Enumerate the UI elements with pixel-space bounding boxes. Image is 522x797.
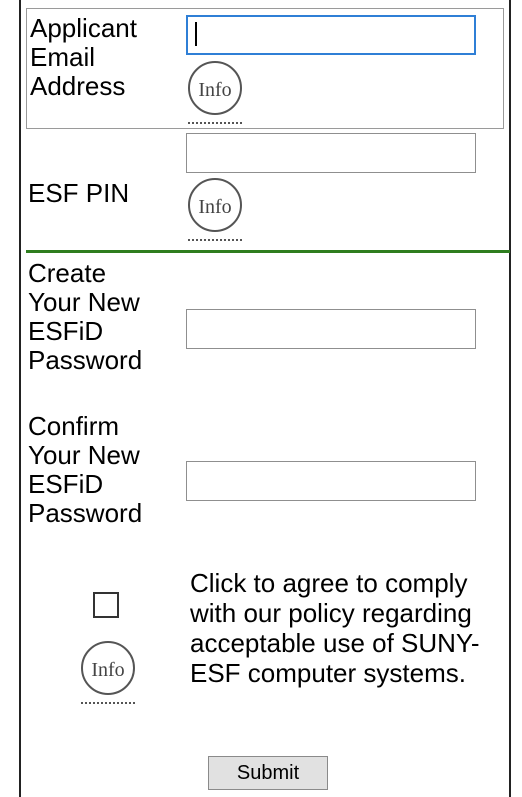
new-password-field[interactable] bbox=[186, 309, 476, 349]
submit-button[interactable]: Submit bbox=[208, 756, 328, 790]
section-divider bbox=[26, 250, 510, 253]
email-field[interactable] bbox=[186, 15, 476, 55]
info-icon-label: Info bbox=[198, 196, 231, 218]
pin-label: ESF PIN bbox=[28, 178, 130, 208]
email-label: Applicant Email Address bbox=[30, 13, 137, 101]
agree-checkbox[interactable] bbox=[93, 592, 119, 618]
email-info-icon[interactable]: Info bbox=[186, 60, 244, 126]
info-icon-label: Info bbox=[198, 79, 231, 101]
page: Applicant Email Address Info ESF PIN Inf… bbox=[0, 0, 522, 797]
pin-info-icon[interactable]: Info bbox=[186, 177, 244, 243]
text-caret bbox=[195, 22, 197, 46]
pin-field[interactable] bbox=[186, 133, 476, 173]
info-icon-label: Info bbox=[91, 659, 124, 681]
confirm-password-label: Confirm Your New ESFiD Password bbox=[28, 411, 143, 528]
policy-info-icon[interactable]: Info bbox=[79, 640, 137, 706]
new-password-label: Create Your New ESFiD Password bbox=[28, 258, 143, 375]
agreement-text: Click to agree to comply with our policy… bbox=[190, 568, 480, 688]
confirm-password-field[interactable] bbox=[186, 461, 476, 501]
